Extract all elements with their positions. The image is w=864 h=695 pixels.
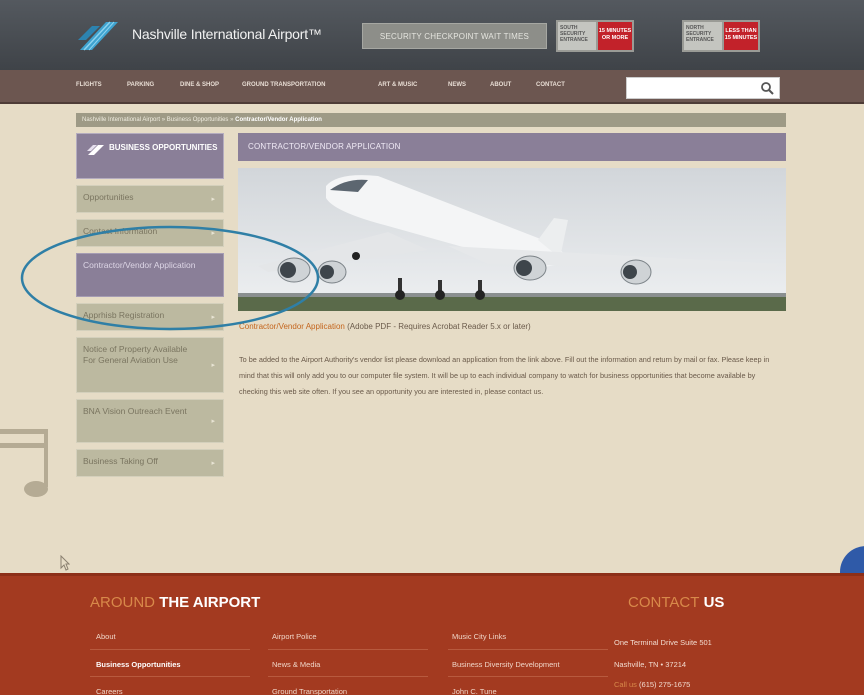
chevron-right-icon: ▸ <box>211 362 215 369</box>
around-the-airport-heading: AROUND THE AIRPORT <box>90 594 260 611</box>
search-input[interactable] <box>626 77 780 99</box>
hero-airplane-image <box>238 168 786 311</box>
footer-link-airport-police[interactable]: Airport Police <box>272 632 317 641</box>
footer-divider <box>268 649 428 650</box>
airport-logo-icon[interactable] <box>76 18 120 52</box>
sidebar-header: BUSINESS OPPORTUNITIES <box>76 133 224 179</box>
music-note-icon <box>0 429 48 497</box>
main-navigation: FLIGHTS PARKING DINE & SHOP GROUND TRANS… <box>0 70 864 104</box>
contact-us-heading: CONTACT US <box>628 594 724 611</box>
nav-item-flights[interactable]: FLIGHTS <box>76 82 102 88</box>
chevron-right-icon: ▸ <box>211 196 215 203</box>
chevron-right-icon: ▸ <box>211 314 215 321</box>
footer-link-john-c-tune[interactable]: John C. Tune <box>452 687 497 695</box>
checkpoint-label: SOUTH SECURITY ENTRANCE <box>558 22 596 50</box>
sidebar-title: BUSINESS OPPORTUNITIES <box>109 143 218 152</box>
checkpoint-label: NORTH SECURITY ENTRANCE <box>684 22 722 50</box>
footer-divider <box>448 649 608 650</box>
sidebar-item-label: Notice of Property Available For General… <box>83 344 188 366</box>
address-line-1: One Terminal Drive Suite 501 <box>614 638 712 647</box>
sidebar-item-label: BNA Vision Outreach Event <box>83 406 187 416</box>
chevron-right-icon: ▸ <box>211 230 215 237</box>
nav-item-contact[interactable]: CONTACT <box>536 82 565 88</box>
nav-item-ground-transportation[interactable]: GROUND TRANSPORTATION <box>242 82 325 88</box>
nav-item-parking[interactable]: PARKING <box>127 82 154 88</box>
heading-rest: THE AIRPORT <box>159 594 261 611</box>
address-line-2: Nashville, TN • 37214 <box>614 660 687 669</box>
sidebar-item-registration[interactable]: Apprhisb Registration ▸ <box>76 303 224 331</box>
chevron-right-icon: ▸ <box>211 460 215 467</box>
pdf-download-line: Contractor/Vendor Application (Adobe PDF… <box>239 322 531 331</box>
footer-link-news-media[interactable]: News & Media <box>272 660 320 669</box>
sidebar-item-label: Opportunities <box>83 192 134 202</box>
phone-line: Call us (615) 275-1675 <box>614 680 690 689</box>
site-header: Nashville International Airport™ SECURIT… <box>0 0 864 70</box>
site-name[interactable]: Nashville International Airport™ <box>132 26 322 42</box>
footer-link-business-diversity[interactable]: Business Diversity Development <box>452 660 560 669</box>
breadcrumb: Nashville International Airport » Busine… <box>76 113 786 127</box>
sidebar-item-label: Apprhisb Registration <box>83 310 165 320</box>
breadcrumb-link-business[interactable]: Business Opportunities <box>167 117 229 123</box>
nav-item-about[interactable]: ABOUT <box>490 82 511 88</box>
sidebar-item-bna-vision-outreach[interactable]: BNA Vision Outreach Event ▸ <box>76 399 224 443</box>
nav-item-dine-shop[interactable]: DINE & SHOP <box>180 82 219 88</box>
nav-item-news[interactable]: NEWS <box>448 82 466 88</box>
footer-divider <box>268 676 428 677</box>
breadcrumb-current: Contractor/Vendor Application <box>235 117 322 123</box>
sidebar-item-contractor-vendor-application[interactable]: Contractor/Vendor Application <box>76 253 224 297</box>
instructions-paragraph: To be added to the Airport Authority's v… <box>239 355 770 396</box>
heading-highlight: AROUND <box>90 594 156 611</box>
heading-rest: US <box>703 594 725 611</box>
sidebar-item-business-taking-off[interactable]: Business Taking Off ▸ <box>76 449 224 477</box>
checkpoint-time-badge: 15 MINUTES OR MORE <box>598 22 632 50</box>
sidebar-item-label: Contact Information <box>83 226 158 236</box>
decorative-circle-icon <box>840 546 864 576</box>
sidebar-item-label: Contractor/Vendor Application <box>83 260 196 270</box>
footer-divider <box>90 649 250 650</box>
plane-logo-icon <box>87 145 104 155</box>
mouse-cursor-icon <box>60 555 70 571</box>
sidebar-item-opportunities[interactable]: Opportunities ▸ <box>76 185 224 213</box>
footer-link-music-city-links[interactable]: Music City Links <box>452 632 506 641</box>
footer-divider <box>90 676 250 677</box>
heading-highlight: CONTACT <box>628 594 700 611</box>
page-title: CONTRACTOR/VENDOR APPLICATION <box>238 133 786 161</box>
site-footer: AROUND THE AIRPORT CONTACT US About Busi… <box>0 573 864 695</box>
footer-link-about[interactable]: About <box>96 632 116 641</box>
phone-label: Call us <box>614 680 637 689</box>
search-icon[interactable] <box>760 81 774 95</box>
sidebar-item-notice-of-property[interactable]: Notice of Property Available For General… <box>76 337 224 393</box>
south-checkpoint-status: SOUTH SECURITY ENTRANCE 15 MINUTES OR MO… <box>556 20 634 52</box>
checkpoint-time-badge: LESS THAN 15 MINUTES <box>724 22 758 50</box>
footer-link-business-opportunities[interactable]: Business Opportunities <box>96 660 181 669</box>
application-pdf-link[interactable]: Contractor/Vendor Application <box>239 322 345 331</box>
north-checkpoint-status: NORTH SECURITY ENTRANCE LESS THAN 15 MIN… <box>682 20 760 52</box>
phone-number[interactable]: (615) 275-1675 <box>639 680 690 689</box>
chevron-right-icon: ▸ <box>211 418 215 425</box>
footer-divider <box>448 676 608 677</box>
pdf-requirement-note: (Adobe PDF - Requires Acrobat Reader 5.x… <box>347 322 531 331</box>
sidebar-item-label: Business Taking Off <box>83 456 158 466</box>
footer-link-careers[interactable]: Careers <box>96 687 123 695</box>
security-wait-times-button[interactable]: SECURITY CHECKPOINT WAIT TIMES <box>362 23 547 49</box>
sidebar-item-contact-information[interactable]: Contact Information ▸ <box>76 219 224 247</box>
footer-link-ground-transportation[interactable]: Ground Transportation <box>272 687 347 695</box>
nav-item-art-music[interactable]: ART & MUSIC <box>378 82 417 88</box>
breadcrumb-link-home[interactable]: Nashville International Airport <box>82 117 160 123</box>
